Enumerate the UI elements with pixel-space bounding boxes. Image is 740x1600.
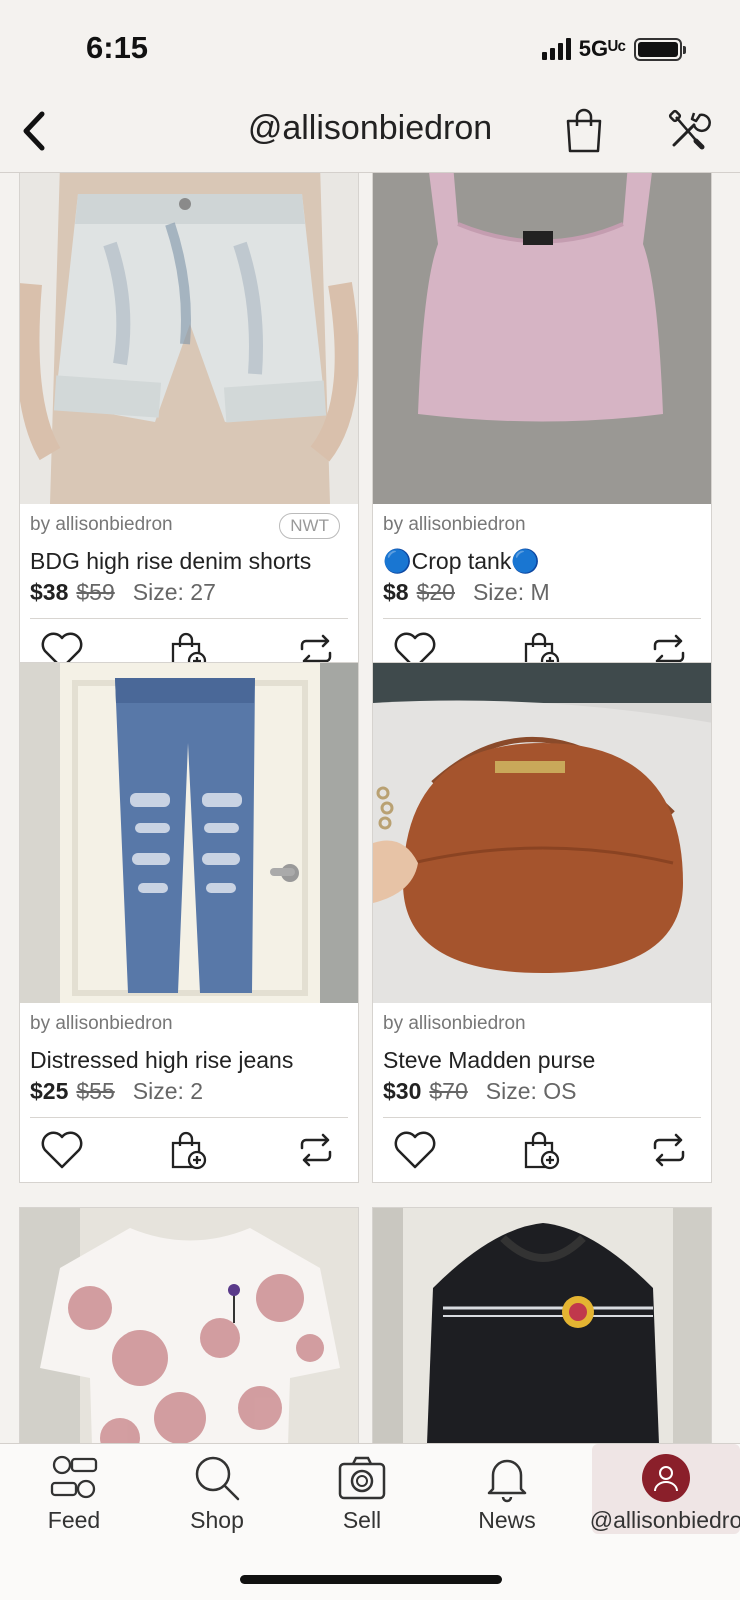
hoodie-image xyxy=(373,1208,711,1443)
page-title: @allisonbiedron xyxy=(247,109,493,147)
network-type: 5Gᵁᶜ xyxy=(578,36,626,61)
condition-badge: NWT xyxy=(279,513,340,539)
listing-card[interactable]: by allisonbiedron NWT BDG high rise deni… xyxy=(19,173,359,684)
battery-icon xyxy=(634,37,686,61)
bell-icon xyxy=(487,1459,527,1502)
status-time: 6:15 xyxy=(86,30,149,65)
listing-title[interactable]: BDG high rise denim shorts xyxy=(30,548,348,575)
tab-label: News xyxy=(478,1507,536,1533)
listing-card[interactable]: by allisonbiedron Distressed high rise j… xyxy=(19,662,359,1183)
listing-photo[interactable] xyxy=(20,1208,358,1443)
bag-button[interactable] xyxy=(560,105,608,155)
like-button[interactable] xyxy=(391,1126,439,1174)
listing-photo[interactable] xyxy=(373,663,711,1003)
bag-plus-icon xyxy=(524,1131,560,1170)
price-row: $25 $55 Size: 2 xyxy=(30,1078,348,1105)
seller-name[interactable]: by allisonbiedron xyxy=(383,514,701,540)
camera-icon xyxy=(338,1456,386,1499)
listing-actions xyxy=(20,1118,358,1182)
listing-card[interactable]: by allisonbiedron Steve Madden purse $30… xyxy=(372,662,712,1183)
tab-news[interactable]: News xyxy=(433,1444,581,1534)
listing-card[interactable] xyxy=(372,1207,712,1443)
listing-info: by allisonbiedron Distressed high rise j… xyxy=(20,1003,358,1105)
nav-header: @allisonbiedron xyxy=(0,95,740,173)
listing-size: Size: M xyxy=(472,579,550,605)
price-row: $30 $70 Size: OS xyxy=(383,1078,701,1105)
listing-info: by allisonbiedron Steve Madden purse $30… xyxy=(373,1003,711,1105)
listing-size: Size: 2 xyxy=(132,1078,204,1104)
tab-shop[interactable]: Shop xyxy=(143,1444,291,1534)
listing-price: $25 xyxy=(30,1078,69,1104)
tab-label: Feed xyxy=(47,1507,101,1533)
bottom-tab-bar: Feed Shop Sell News @allisonbiedro xyxy=(0,1443,740,1600)
status-bar: 6:15 5Gᵁᶜ xyxy=(0,0,740,95)
tie-dye-shirt-image xyxy=(20,1208,358,1443)
avatar-icon xyxy=(642,1453,690,1502)
listing-card[interactable] xyxy=(19,1207,359,1443)
listing-price: $38 xyxy=(30,579,69,605)
listing-actions xyxy=(373,1118,711,1182)
repost-icon xyxy=(300,1133,332,1167)
listing-price: $8 xyxy=(383,579,409,605)
original-price: $59 xyxy=(76,579,115,605)
listing-size: Size: OS xyxy=(485,1078,577,1104)
share-button[interactable] xyxy=(645,1126,693,1174)
original-price: $70 xyxy=(429,1078,468,1104)
tab-label: @allisonbiedro xyxy=(589,1507,740,1533)
tools-icon xyxy=(668,109,711,150)
search-icon xyxy=(195,1456,240,1500)
tab-sell[interactable]: Sell xyxy=(288,1444,436,1534)
listing-size: Size: 27 xyxy=(132,579,216,605)
listing-card[interactable]: by allisonbiedron 🔵Crop tank🔵 $8 $20 Size:… xyxy=(372,173,712,684)
listing-photo[interactable] xyxy=(20,663,358,1003)
shorts-image xyxy=(20,173,358,504)
tab-profile[interactable]: @allisonbiedro xyxy=(589,1444,740,1534)
listing-photo[interactable] xyxy=(373,173,711,504)
seller-name[interactable]: by allisonbiedron xyxy=(383,1013,701,1039)
heart-icon xyxy=(394,1131,436,1169)
feed-icon xyxy=(50,1455,98,1498)
repost-icon xyxy=(653,1133,685,1167)
listing-price: $30 xyxy=(383,1078,422,1104)
shopping-bag-icon xyxy=(566,108,602,153)
price-row: $8 $20 Size: M xyxy=(383,579,701,606)
add-to-bundle-button[interactable] xyxy=(165,1126,213,1174)
tank-image xyxy=(373,173,711,504)
signal-icon xyxy=(541,38,571,60)
status-icons: 5Gᵁᶜ xyxy=(541,36,686,62)
tab-label: Sell xyxy=(342,1507,382,1533)
listing-photo[interactable] xyxy=(373,1208,711,1443)
bag-plus-icon xyxy=(171,1131,207,1170)
seller-name[interactable]: by allisonbiedron xyxy=(30,1013,348,1039)
listing-photo[interactable] xyxy=(20,173,358,504)
listing-info: by allisonbiedron 🔵Crop tank🔵 $8 $20 Size:… xyxy=(373,504,711,606)
jeans-image xyxy=(20,663,358,1003)
settings-tools-button[interactable] xyxy=(664,105,712,155)
price-row: $38 $59 Size: 27 xyxy=(30,579,348,606)
listing-title[interactable]: Steve Madden purse xyxy=(383,1047,701,1074)
home-indicator[interactable] xyxy=(240,1575,502,1584)
listing-title[interactable]: Distressed high rise jeans xyxy=(30,1047,348,1074)
listing-title[interactable]: 🔵Crop tank🔵 xyxy=(383,548,701,575)
add-to-bundle-button[interactable] xyxy=(518,1126,566,1174)
tab-feed[interactable]: Feed xyxy=(0,1444,148,1534)
original-price: $55 xyxy=(76,1078,115,1104)
original-price: $20 xyxy=(416,579,455,605)
listing-info: by allisonbiedron NWT BDG high rise deni… xyxy=(20,504,358,606)
heart-icon xyxy=(41,1131,83,1169)
purse-image xyxy=(373,663,711,1003)
like-button[interactable] xyxy=(38,1126,86,1174)
tab-label: Shop xyxy=(190,1507,244,1533)
listing-grid: by allisonbiedron NWT BDG high rise deni… xyxy=(0,173,740,1443)
share-button[interactable] xyxy=(292,1126,340,1174)
